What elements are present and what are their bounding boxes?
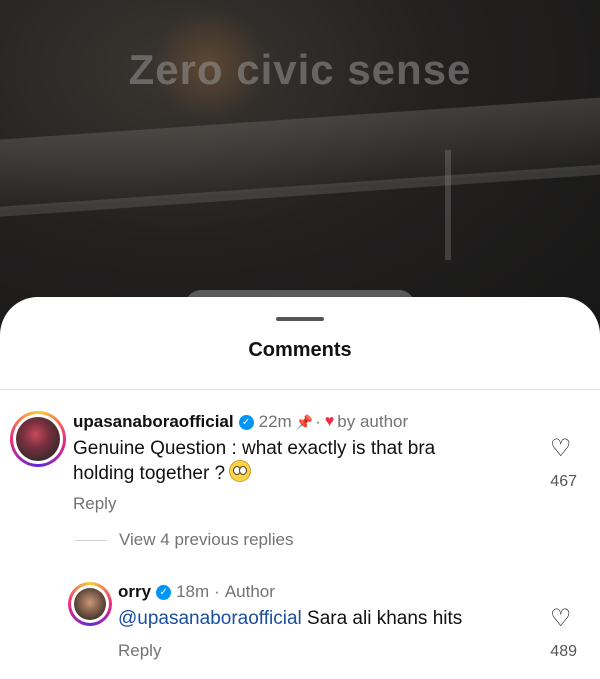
avatar[interactable] <box>10 411 66 467</box>
comment-text-line: holding together ? <box>73 463 226 484</box>
dot-separator: · <box>214 582 220 601</box>
verified-badge-icon: ✓ <box>238 414 254 430</box>
heart-outline-icon[interactable]: ♡ <box>550 607 574 631</box>
view-replies-label: View 4 previous replies <box>119 530 294 549</box>
username[interactable]: orry <box>118 582 151 602</box>
avatar[interactable] <box>68 582 112 626</box>
like-count: 489 <box>550 643 577 660</box>
railing-post <box>445 150 451 260</box>
video-background[interactable]: Zero civic sense <box>0 0 600 340</box>
liked-by-author: by author <box>337 412 409 431</box>
comments-sheet: Comments upasanaboraofficial ✓ 22m 📌 · ♥… <box>0 297 600 679</box>
heart-filled-icon: ♥ <box>324 413 335 430</box>
comment-text: Genuine Question : what exactly is that … <box>73 437 435 485</box>
comment-meta: orry ✓ 18m · Author <box>118 582 275 602</box>
comment-text: @upasanaboraofficial Sara ali khans hits <box>118 607 462 630</box>
username[interactable]: upasanaboraofficial <box>73 412 234 432</box>
header-divider <box>0 389 600 390</box>
drag-handle[interactable] <box>276 317 324 321</box>
verified-badge-icon: ✓ <box>156 584 172 600</box>
sheet-title: Comments <box>248 339 352 361</box>
pleading-face-emoji-icon <box>229 460 252 482</box>
comment-time: 22m <box>258 412 292 431</box>
comment-meta: upasanaboraofficial ✓ 22m 📌 · ♥ by autho… <box>73 412 408 432</box>
reply-button[interactable]: Reply <box>118 641 161 661</box>
like-count: 467 <box>550 473 577 490</box>
video-overlay-text: Zero civic sense <box>128 46 472 93</box>
view-previous-replies-button[interactable]: View 4 previous replies <box>75 530 294 550</box>
author-tag: Author <box>224 582 275 601</box>
pin-icon: 📌 <box>295 413 314 430</box>
comment-text-body: Sara ali khans hits <box>307 608 463 629</box>
replies-line <box>75 539 107 541</box>
mention-link[interactable]: @upasanaboraofficial <box>118 608 302 629</box>
dot-separator: · <box>315 412 321 431</box>
comment-text-line: Genuine Question : what exactly is that … <box>73 438 436 459</box>
heart-outline-icon[interactable]: ♡ <box>550 437 574 461</box>
comment-time: 18m <box>176 582 210 601</box>
reply-button[interactable]: Reply <box>73 494 116 514</box>
